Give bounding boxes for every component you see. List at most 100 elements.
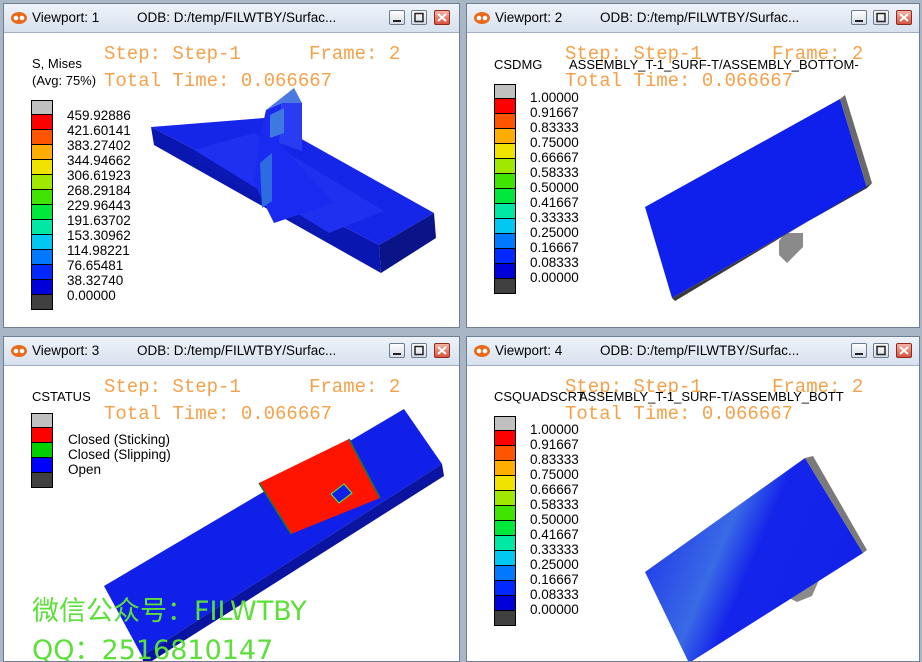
- legend-value: 153.30962: [67, 228, 131, 243]
- legend-value: 0.91667: [530, 437, 579, 452]
- viewport-1[interactable]: Viewport: 1 ODB: D:/temp/FILWTBY/Surfac.…: [3, 3, 460, 328]
- viewport-4-canvas[interactable]: Step: Step-1 Frame: 2 Total Time: 0.0666…: [467, 366, 919, 661]
- field-name: CSQUADSCRT: [494, 389, 585, 404]
- viewport-4[interactable]: Viewport: 4 ODB: D:/temp/FILWTBY/Surfac.…: [466, 336, 920, 662]
- viewport-3-titlebar[interactable]: Viewport: 3 ODB: D:/temp/FILWTBY/Surfac.…: [4, 337, 459, 366]
- legend-value: 76.65481: [67, 258, 124, 273]
- legend-values: 1.00000 0.91667 0.83333 0.75000 0.66667 0.583…: [530, 422, 579, 617]
- averaging-label: (Avg: 75%): [32, 73, 97, 88]
- abaqus-logo-icon: [474, 345, 490, 357]
- legend-swatch: [494, 174, 516, 189]
- legend-swatch: [31, 280, 53, 295]
- viewport-3-canvas[interactable]: Step: Step-1 Frame: 2 Total Time: 0.0666…: [4, 366, 459, 661]
- legend-value: 0.50000: [530, 180, 579, 195]
- legend-value: 1.00000: [530, 90, 579, 105]
- legend-swatch: [31, 100, 53, 115]
- legend-swatch: [494, 536, 516, 551]
- legend-swatch: [494, 461, 516, 476]
- odb-path: ODB: D:/temp/FILWTBY/Surfac...: [137, 10, 337, 25]
- legend-values: 459.92886 421.60141 383.27402 344.94662 306.…: [67, 108, 131, 303]
- legend-swatch: [31, 428, 53, 443]
- frame-label: Frame: 2: [309, 376, 401, 398]
- close-button[interactable]: [896, 10, 912, 25]
- abaqus-logo-icon: [11, 12, 27, 24]
- legend-swatch: [31, 130, 53, 145]
- status-legend-bar: [31, 413, 53, 488]
- minimize-button[interactable]: [389, 343, 405, 358]
- legend-values: 1.00000 0.91667 0.83333 0.75000 0.66667 0.583…: [530, 90, 579, 285]
- legend-value: 0.83333: [530, 452, 579, 467]
- color-legend-bar: [494, 416, 516, 626]
- maximize-button[interactable]: [411, 10, 427, 25]
- legend-swatch: [31, 250, 53, 265]
- legend-value: 38.32740: [67, 273, 124, 288]
- minimize-icon: [855, 353, 863, 355]
- step-label: Step: Step-1: [104, 376, 241, 398]
- legend-swatch: [494, 416, 516, 431]
- legend-value: 0.41667: [530, 195, 579, 210]
- viewport-3[interactable]: Viewport: 3 ODB: D:/temp/FILWTBY/Surfac.…: [3, 336, 460, 662]
- time-label: Total Time: 0.066667: [104, 403, 333, 425]
- legend-value: 0.08333: [530, 587, 579, 602]
- legend-swatch: [494, 491, 516, 506]
- legend-swatch: [31, 265, 53, 280]
- odb-path: ODB: D:/temp/FILWTBY/Surfac...: [137, 343, 337, 358]
- legend-value: 383.27402: [67, 138, 131, 153]
- legend-swatch: [31, 413, 53, 428]
- close-button[interactable]: [896, 343, 912, 358]
- viewport-2-canvas[interactable]: Step: Step-1 Frame: 2 Total Time: 0.0666…: [467, 33, 919, 327]
- maximize-button[interactable]: [411, 343, 427, 358]
- legend-value: 0.16667: [530, 240, 579, 255]
- legend-swatch: [494, 219, 516, 234]
- legend-value: 0.58333: [530, 497, 579, 512]
- legend-swatch: [494, 611, 516, 626]
- minimize-button[interactable]: [851, 10, 867, 25]
- maximize-button[interactable]: [873, 10, 889, 25]
- legend-swatch: [494, 431, 516, 446]
- legend-swatch: [494, 99, 516, 114]
- odb-path: ODB: D:/temp/FILWTBY/Surfac...: [600, 343, 800, 358]
- close-icon: [437, 13, 447, 22]
- legend-swatch: [494, 204, 516, 219]
- legend-swatch: [494, 551, 516, 566]
- legend-swatch: [31, 235, 53, 250]
- viewport-title: Viewport: 4: [495, 343, 563, 358]
- legend-value: 114.98221: [67, 243, 130, 258]
- legend-swatch: [494, 596, 516, 611]
- viewport-2-titlebar[interactable]: Viewport: 2 ODB: D:/temp/FILWTBY/Surfac.…: [467, 4, 919, 33]
- legend-swatch: [494, 581, 516, 596]
- minimize-icon: [855, 20, 863, 22]
- legend-swatch: [494, 506, 516, 521]
- legend-swatch: [494, 114, 516, 129]
- minimize-button[interactable]: [389, 10, 405, 25]
- legend-swatch: [31, 160, 53, 175]
- viewport-4-titlebar[interactable]: Viewport: 4 ODB: D:/temp/FILWTBY/Surfac.…: [467, 337, 919, 366]
- legend-value: Open: [68, 462, 102, 477]
- viewport-2[interactable]: Viewport: 2 ODB: D:/temp/FILWTBY/Surfac.…: [466, 3, 920, 328]
- legend-swatch: [494, 446, 516, 461]
- close-button[interactable]: [434, 10, 450, 25]
- maximize-button[interactable]: [873, 343, 889, 358]
- viewport-1-canvas[interactable]: Step: Step-1 Frame: 2 Total Time: 0.0666…: [4, 33, 459, 327]
- maximize-icon: [414, 345, 424, 356]
- maximize-icon: [876, 345, 886, 356]
- viewport-1-titlebar[interactable]: Viewport: 1 ODB: D:/temp/FILWTBY/Surfac.…: [4, 4, 459, 33]
- legend-swatch: [494, 264, 516, 279]
- maximize-icon: [876, 12, 886, 23]
- legend-value: Closed (Slipping): [68, 447, 171, 462]
- legend-swatch: [494, 521, 516, 536]
- legend-value: 344.94662: [67, 153, 131, 168]
- minimize-button[interactable]: [851, 343, 867, 358]
- legend-value: 0.83333: [530, 120, 579, 135]
- legend-value: 0.00000: [67, 288, 116, 303]
- legend-swatch: [31, 295, 53, 310]
- legend-value: 0.75000: [530, 467, 579, 482]
- legend-swatch: [494, 249, 516, 264]
- legend-swatch: [494, 84, 516, 99]
- close-button[interactable]: [434, 343, 450, 358]
- surface-name: ASSEMBLY_T-1_SURF-T/ASSEMBLY_BOTT: [579, 389, 844, 404]
- legend-swatch: [31, 205, 53, 220]
- color-legend-bar: [31, 100, 53, 310]
- legend-value: 268.29184: [67, 183, 131, 198]
- frame-label: Frame: 2: [309, 43, 401, 65]
